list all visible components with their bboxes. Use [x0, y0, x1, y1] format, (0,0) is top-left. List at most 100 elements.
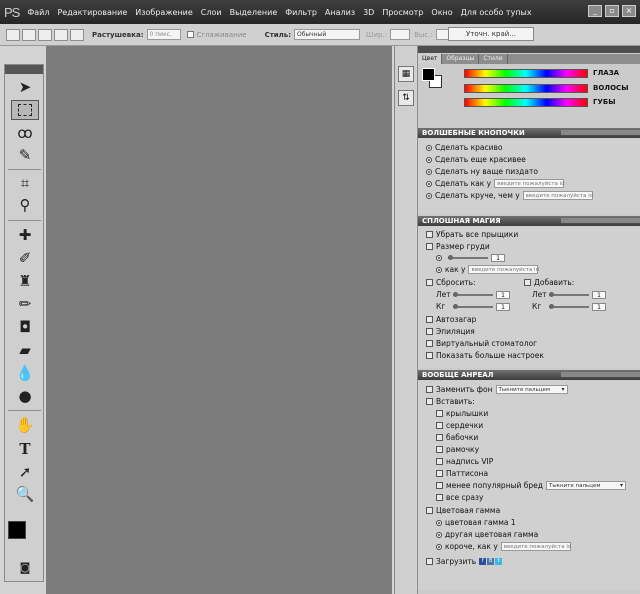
marquee-preset-icon[interactable] [6, 28, 20, 41]
subtract-selection-icon[interactable] [54, 28, 68, 41]
style-select[interactable]: Обычный [294, 29, 361, 40]
all-at-once-checkbox[interactable]: все сразу [436, 493, 483, 502]
reset-kg-row[interactable]: Кг 1 [436, 302, 510, 311]
insert-frame-checkbox[interactable]: рамочку [436, 445, 479, 454]
insert-checkbox[interactable]: Вставить: [426, 397, 475, 406]
close-icon[interactable]: × [622, 5, 636, 17]
epilation-checkbox[interactable]: Эпиляция [426, 327, 475, 336]
menu-view[interactable]: Просмотр [382, 8, 423, 17]
upload-checkbox[interactable]: Загрузить f B t [426, 557, 503, 566]
dentist-checkbox[interactable]: Виртуальный стоматолог [426, 339, 537, 348]
minimize-icon[interactable]: _ [588, 5, 602, 17]
width-input[interactable] [390, 29, 411, 40]
foreground-color-swatch[interactable] [8, 521, 26, 539]
blur-tool-icon[interactable]: 💧 [11, 363, 39, 383]
breast-like-option[interactable]: как у введите пожалуйста id [436, 265, 539, 274]
insert-wings-checkbox[interactable]: крылышки [436, 409, 488, 418]
quick-mask-icon[interactable]: ◙ [11, 557, 39, 577]
more-settings-checkbox[interactable]: Показать больше настроек [426, 351, 544, 360]
dodge-tool-icon[interactable]: ● [11, 386, 39, 406]
menu-analysis[interactable]: Анализ [325, 8, 355, 17]
gradient-tool-icon[interactable]: ▰ [11, 340, 39, 360]
insert-pattinson-checkbox[interactable]: Паттисона [436, 469, 488, 478]
shorter-like-id-input[interactable]: введите пожалуйста id [500, 542, 571, 551]
hair-label: ВОЛОСЫ [593, 84, 629, 92]
brush-tool-icon[interactable]: ✐ [11, 248, 39, 268]
add-selection-icon[interactable] [38, 28, 52, 41]
replace-background-checkbox[interactable]: Заменить фон Тыкните пальцем [426, 385, 568, 394]
history-panel-icon[interactable]: ⇅ [398, 90, 414, 106]
add-years-row[interactable]: Лет 1 [532, 290, 606, 299]
add-kg-row[interactable]: Кг 1 [532, 302, 606, 311]
hair-slider[interactable] [464, 84, 588, 93]
crop-tool-icon[interactable]: ⌗ [11, 173, 39, 193]
make-like-option[interactable]: Сделать как у введите пожалуйста id [426, 179, 565, 188]
zoom-tool-icon[interactable]: 🔍 [11, 484, 39, 504]
tab-styles[interactable]: Стили [479, 54, 508, 64]
color-scheme-checkbox[interactable]: Цветовая гамма [426, 506, 500, 515]
menu-select[interactable]: Выделение [230, 8, 278, 17]
other-color-scheme-option[interactable]: другая цветовая гамма [436, 530, 538, 539]
less-popular-select[interactable]: Тыкните пальцем [545, 481, 626, 490]
menu-layers[interactable]: Слои [201, 8, 222, 17]
menu-file[interactable]: Файл [27, 8, 49, 17]
hand-tool-icon[interactable]: ✋ [11, 415, 39, 435]
remove-pimples-checkbox[interactable]: Убрать все прыщики [426, 230, 518, 239]
history-brush-tool-icon[interactable]: ✏ [11, 294, 39, 314]
reset-checkbox[interactable]: Сбросить: [426, 278, 476, 287]
antialias-checkbox[interactable] [186, 31, 194, 38]
menu-3d[interactable]: 3D [363, 8, 374, 17]
refine-edge-button[interactable]: Уточн. край... [448, 27, 534, 41]
insert-butterflies-checkbox[interactable]: бабочки [436, 433, 478, 442]
breast-size-checkbox[interactable]: Размер груди [426, 242, 490, 251]
eyes-slider[interactable] [464, 69, 588, 78]
make-more-beautiful-option[interactable]: Сделать еще красивее [426, 155, 526, 164]
insert-vip-checkbox[interactable]: надпись VIP [436, 457, 493, 466]
restore-icon[interactable]: ▫ [605, 5, 619, 17]
move-tool-icon[interactable]: ➤ [11, 77, 39, 97]
color-panel-icon[interactable]: ▦ [398, 66, 414, 82]
menu-window[interactable]: Окно [431, 8, 452, 17]
lips-slider[interactable] [464, 98, 588, 107]
marquee-tool-icon[interactable] [11, 100, 39, 120]
foreground-color-chip[interactable] [422, 68, 435, 81]
new-selection-icon[interactable] [22, 28, 36, 41]
insert-hearts-checkbox[interactable]: сердечки [436, 421, 483, 430]
tab-swatches[interactable]: Образцы [442, 54, 480, 64]
add-checkbox[interactable]: Добавить: [524, 278, 574, 287]
menu-edit[interactable]: Редактирование [57, 8, 127, 17]
eyedropper-tool-icon[interactable]: ⚲ [11, 195, 39, 215]
shorter-like-option[interactable]: короче, как у введите пожалуйста id [436, 542, 571, 551]
eraser-tool-icon[interactable]: ◘ [11, 317, 39, 337]
vk-icon[interactable]: B [487, 558, 495, 565]
breast-like-id-input[interactable]: введите пожалуйста id [468, 265, 539, 274]
document-canvas[interactable] [46, 46, 392, 594]
make-cooler-option[interactable]: Сделать круче, чем у введите пожалуйста i… [426, 191, 593, 200]
menu-dummies[interactable]: Для особо тупых [461, 8, 532, 17]
panel-dock-icons: ▦ ⇅ [394, 46, 416, 594]
make-like-id-input[interactable]: введите пожалуйста id [494, 179, 565, 188]
facebook-icon[interactable]: f [479, 558, 487, 565]
menu-image[interactable]: Изображение [135, 8, 193, 17]
feather-input[interactable]: 0 пикс. [146, 29, 181, 40]
breast-size-value[interactable]: 1 [491, 254, 505, 262]
path-selection-tool-icon[interactable]: ➚ [11, 462, 39, 482]
replace-background-select[interactable]: Тыкните пальцем [495, 385, 568, 394]
tan-checkbox[interactable]: Автозагар [426, 315, 476, 324]
make-cooler-id-input[interactable]: введите пожалуйста id [522, 191, 593, 200]
breast-size-slider-row[interactable]: 1 [436, 254, 505, 262]
less-popular-checkbox[interactable]: менее популярный бред Тыкните пальцем [436, 481, 626, 490]
intersect-selection-icon[interactable] [70, 28, 84, 41]
twitter-icon[interactable]: t [495, 558, 503, 565]
type-tool-icon[interactable]: T [11, 439, 39, 459]
color-scheme-1-option[interactable]: цветовая гамма 1 [436, 518, 516, 527]
menu-filter[interactable]: Фильтр [285, 8, 317, 17]
make-beautiful-option[interactable]: Сделать красиво [426, 143, 503, 152]
reset-years-row[interactable]: Лет 1 [436, 290, 510, 299]
tab-color[interactable]: Цвет [418, 54, 443, 64]
healing-brush-tool-icon[interactable]: ✚ [11, 225, 39, 245]
clone-stamp-tool-icon[interactable]: ♜ [11, 271, 39, 291]
make-awesome-option[interactable]: Сделать ну ваще пиздато [426, 167, 538, 176]
lasso-tool-icon[interactable]: ꝏ [11, 123, 39, 143]
quick-selection-tool-icon[interactable]: ✎ [11, 145, 39, 165]
